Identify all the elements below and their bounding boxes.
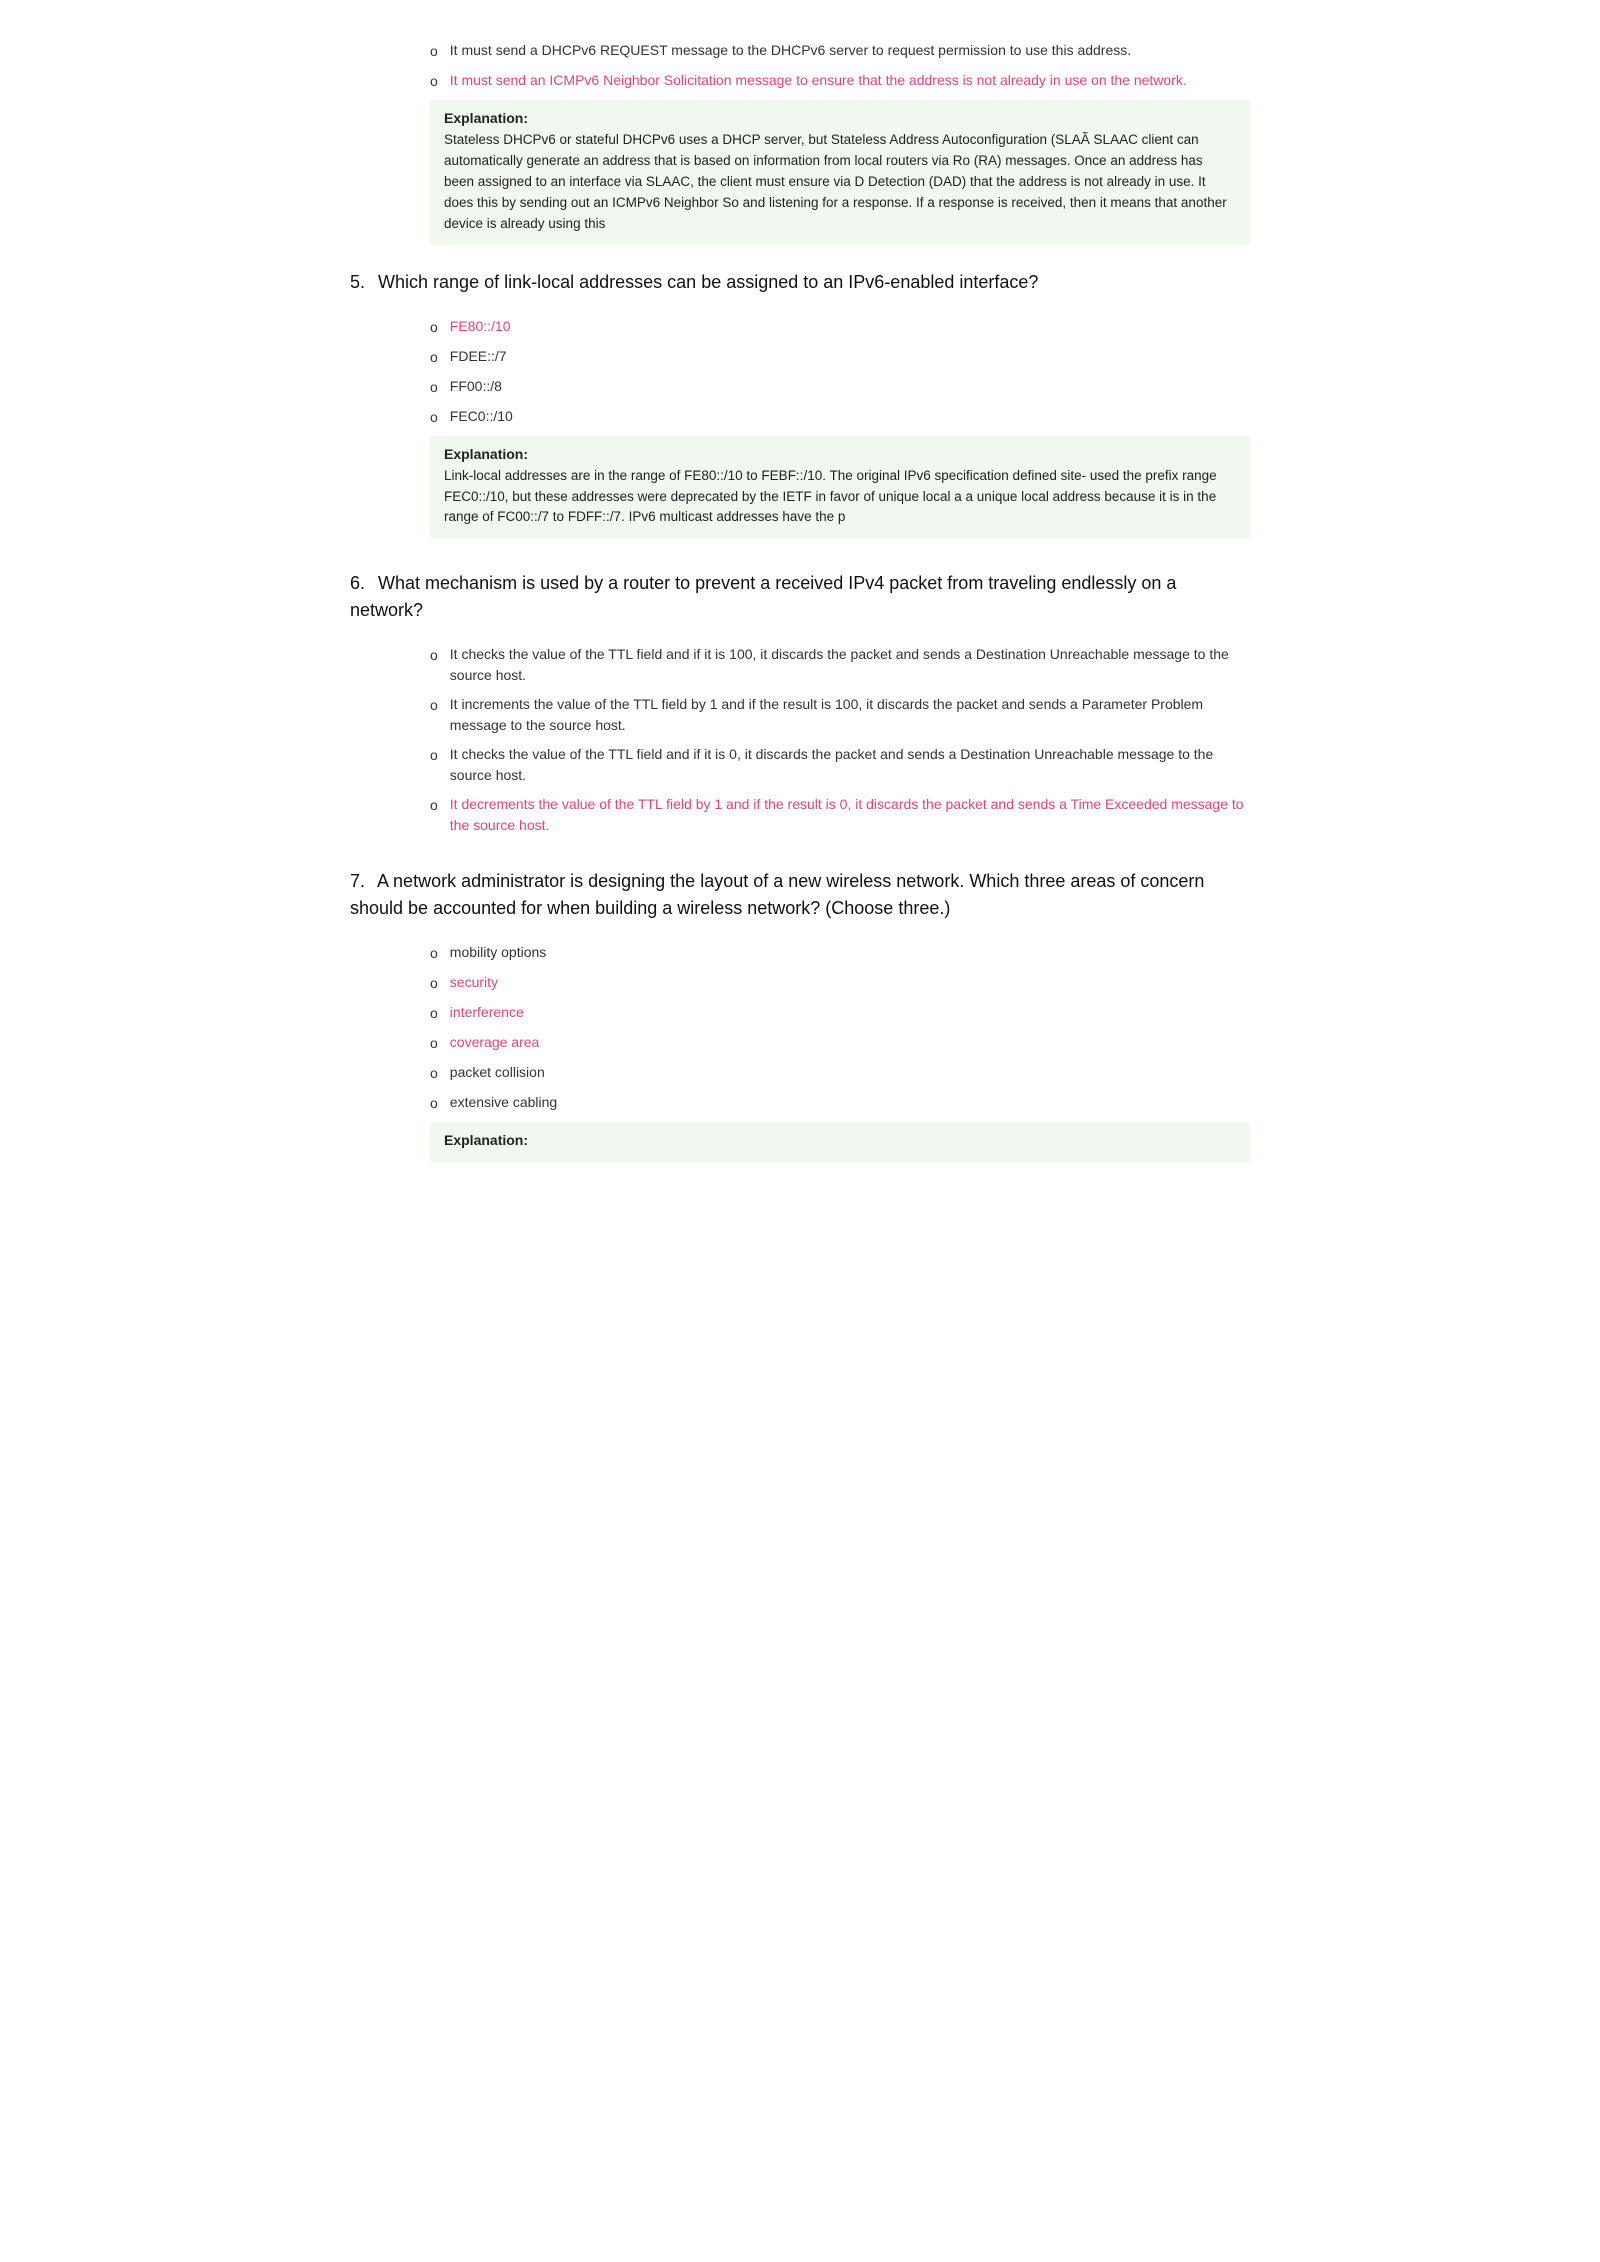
bullet-icon: o	[430, 407, 438, 428]
list-item: o coverage area	[430, 1032, 1250, 1054]
list-item: o It increments the value of the TTL fie…	[430, 694, 1250, 736]
option-text: It must send a DHCPv6 REQUEST message to…	[450, 40, 1131, 61]
list-item: o mobility options	[430, 942, 1250, 964]
option-text: It checks the value of the TTL field and…	[450, 644, 1250, 686]
explanation-text-5: Link-local addresses are in the range of…	[444, 468, 1217, 525]
continuation-options: o It must send a DHCPv6 REQUEST message …	[430, 40, 1250, 245]
question-7-body: A network administrator is designing the…	[350, 871, 1204, 918]
question-5-body: Which range of link-local addresses can …	[378, 272, 1038, 292]
bullet-icon: o	[430, 943, 438, 964]
list-item: o FE80::/10	[430, 316, 1250, 338]
list-item: o FF00::/8	[430, 376, 1250, 398]
list-item: o FDEE::/7	[430, 346, 1250, 368]
explanation-label: Explanation:	[444, 110, 1236, 126]
option-text: extensive cabling	[450, 1092, 557, 1113]
explanation-text: Stateless DHCPv6 or stateful DHCPv6 uses…	[444, 132, 1227, 231]
question-6-body: What mechanism is used by a router to pr…	[350, 573, 1176, 620]
list-item: o It must send a DHCPv6 REQUEST message …	[430, 40, 1250, 62]
option-text: FDEE::/7	[450, 346, 507, 367]
bullet-icon: o	[430, 1033, 438, 1054]
option-text: FEC0::/10	[450, 406, 513, 427]
option-text-correct: It must send an ICMPv6 Neighbor Solicita…	[450, 70, 1187, 91]
bullet-icon: o	[430, 973, 438, 994]
bullet-icon: o	[430, 1003, 438, 1024]
option-text-security: security	[450, 972, 498, 993]
option-text-coverage-area: coverage area	[450, 1032, 540, 1053]
explanation-label-7: Explanation:	[444, 1132, 1236, 1148]
explanation-block-7: Explanation:	[430, 1122, 1250, 1162]
bullet-icon: o	[430, 745, 438, 766]
question-5-section: 5. Which range of link-local addresses c…	[350, 269, 1250, 539]
question-6-section: 6. What mechanism is used by a router to…	[350, 570, 1250, 836]
content-area: o It must send a DHCPv6 REQUEST message …	[350, 40, 1250, 1162]
option-text: mobility options	[450, 942, 547, 963]
continuation-section: o It must send a DHCPv6 REQUEST message …	[350, 40, 1250, 245]
bullet-icon: o	[430, 695, 438, 716]
option-text-correct: It decrements the value of the TTL field…	[450, 794, 1250, 836]
list-item: o packet collision	[430, 1062, 1250, 1084]
bullet-icon: o	[430, 71, 438, 92]
explanation-block-5: Explanation: Link-local addresses are in…	[430, 436, 1250, 539]
question-6-options: o It checks the value of the TTL field a…	[430, 644, 1250, 836]
bullet-icon: o	[430, 41, 438, 62]
bullet-icon: o	[430, 347, 438, 368]
list-item: o It checks the value of the TTL field a…	[430, 644, 1250, 686]
option-text: It checks the value of the TTL field and…	[450, 744, 1250, 786]
bullet-icon: o	[430, 377, 438, 398]
list-item: o FEC0::/10	[430, 406, 1250, 428]
question-5-text: 5. Which range of link-local addresses c…	[350, 269, 1250, 296]
list-item: o It decrements the value of the TTL fie…	[430, 794, 1250, 836]
question-6-number: 6.	[350, 573, 365, 593]
option-text: packet collision	[450, 1062, 545, 1083]
explanation-label-5: Explanation:	[444, 446, 1236, 462]
list-item: o extensive cabling	[430, 1092, 1250, 1114]
option-text-correct: FE80::/10	[450, 316, 511, 337]
question-5-number: 5.	[350, 272, 365, 292]
list-item: o interference	[430, 1002, 1250, 1024]
question-7-options: o mobility options o security o interfer…	[430, 942, 1250, 1162]
bullet-icon: o	[430, 645, 438, 666]
question-5-options: o FE80::/10 o FDEE::/7 o FF00::/8 o FEC0…	[430, 316, 1250, 539]
bullet-icon: o	[430, 795, 438, 816]
list-item: o security	[430, 972, 1250, 994]
question-7-text: 7. A network administrator is designing …	[350, 868, 1250, 922]
list-item: o It must send an ICMPv6 Neighbor Solici…	[430, 70, 1250, 92]
explanation-block: Explanation: Stateless DHCPv6 or statefu…	[430, 100, 1250, 245]
option-text-interference: interference	[450, 1002, 524, 1023]
option-text: FF00::/8	[450, 376, 502, 397]
question-7-section: 7. A network administrator is designing …	[350, 868, 1250, 1162]
list-item: o It checks the value of the TTL field a…	[430, 744, 1250, 786]
option-text: It increments the value of the TTL field…	[450, 694, 1250, 736]
bullet-icon: o	[430, 1093, 438, 1114]
question-7-number: 7.	[350, 871, 365, 891]
bullet-icon: o	[430, 1063, 438, 1084]
bullet-icon: o	[430, 317, 438, 338]
question-6-text: 6. What mechanism is used by a router to…	[350, 570, 1250, 624]
